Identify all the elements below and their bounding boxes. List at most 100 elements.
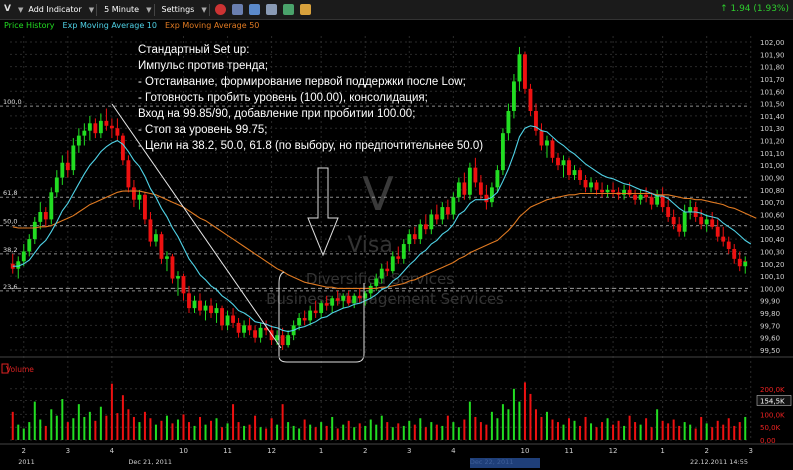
- volume-bar[interactable]: [408, 420, 411, 440]
- candle[interactable]: [434, 214, 439, 220]
- candle[interactable]: [462, 182, 467, 195]
- candle[interactable]: [120, 135, 125, 161]
- candle[interactable]: [330, 298, 335, 306]
- candle[interactable]: [605, 189, 610, 193]
- candle[interactable]: [236, 322, 241, 333]
- volume-bar[interactable]: [556, 422, 559, 440]
- candle[interactable]: [589, 182, 593, 188]
- volume-bar[interactable]: [623, 425, 626, 440]
- volume-bar[interactable]: [562, 424, 565, 440]
- volume-bar[interactable]: [435, 424, 438, 440]
- candle[interactable]: [280, 335, 285, 346]
- candle[interactable]: [203, 305, 208, 311]
- volume-bar[interactable]: [336, 428, 339, 440]
- candle[interactable]: [308, 310, 313, 321]
- volume-bar[interactable]: [612, 424, 615, 440]
- volume-bar[interactable]: [441, 425, 444, 440]
- volume-bar[interactable]: [628, 415, 631, 440]
- volume-bar[interactable]: [452, 422, 455, 440]
- candle[interactable]: [32, 221, 37, 240]
- volume-bar[interactable]: [33, 401, 36, 440]
- candle[interactable]: [550, 140, 555, 158]
- candle[interactable]: [456, 182, 461, 198]
- volume-bar[interactable]: [424, 427, 427, 440]
- volume-bar[interactable]: [17, 424, 20, 440]
- volume-bar[interactable]: [727, 418, 730, 440]
- volume-bar[interactable]: [507, 409, 510, 440]
- volume-bar[interactable]: [309, 424, 312, 440]
- volume-bar[interactable]: [342, 424, 345, 440]
- volume-bar[interactable]: [243, 425, 246, 440]
- candle[interactable]: [165, 256, 169, 259]
- stock-chart[interactable]: V Visa Diversified Services Business Man…: [0, 0, 793, 470]
- candle[interactable]: [286, 335, 291, 346]
- candle[interactable]: [93, 123, 98, 134]
- volume-bar[interactable]: [303, 419, 306, 440]
- candle[interactable]: [231, 315, 235, 323]
- volume-bar[interactable]: [419, 418, 422, 440]
- volume-bar[interactable]: [650, 427, 653, 440]
- volume-bar[interactable]: [358, 423, 361, 440]
- candle[interactable]: [567, 160, 571, 176]
- volume-bar[interactable]: [512, 388, 515, 440]
- volume-bar[interactable]: [523, 382, 526, 440]
- candle[interactable]: [440, 207, 445, 220]
- volume-bar[interactable]: [661, 420, 664, 440]
- candle[interactable]: [583, 179, 588, 188]
- volume-bar[interactable]: [94, 420, 97, 440]
- candle[interactable]: [407, 234, 412, 245]
- volume-bar[interactable]: [353, 427, 356, 440]
- candle[interactable]: [396, 256, 401, 259]
- candle[interactable]: [27, 239, 32, 252]
- down-arrow-drawing[interactable]: [307, 167, 339, 257]
- candle[interactable]: [715, 226, 720, 237]
- volume-bar[interactable]: [711, 427, 714, 440]
- candle[interactable]: [688, 207, 693, 213]
- volume-bar[interactable]: [276, 424, 279, 440]
- volume-bar[interactable]: [232, 404, 235, 440]
- volume-bar[interactable]: [193, 425, 196, 440]
- volume-bar[interactable]: [28, 422, 31, 440]
- volume-bar[interactable]: [584, 416, 587, 440]
- candle[interactable]: [87, 123, 92, 131]
- volume-bar[interactable]: [529, 393, 532, 440]
- volume-bar[interactable]: [226, 423, 229, 440]
- volume-bar[interactable]: [320, 422, 323, 440]
- volume-bar[interactable]: [485, 424, 488, 440]
- candle[interactable]: [214, 308, 219, 314]
- candle[interactable]: [368, 285, 373, 294]
- candle[interactable]: [209, 305, 213, 314]
- candle[interactable]: [98, 120, 103, 134]
- candle[interactable]: [297, 317, 302, 326]
- candle[interactable]: [379, 268, 384, 279]
- candle[interactable]: [423, 224, 428, 230]
- volume-bar[interactable]: [446, 415, 449, 440]
- volume-bar[interactable]: [221, 427, 224, 440]
- volume-bar[interactable]: [248, 424, 251, 440]
- volume-bar[interactable]: [22, 428, 25, 440]
- candle[interactable]: [412, 234, 417, 240]
- volume-bar[interactable]: [39, 419, 42, 440]
- volume-bar[interactable]: [375, 424, 378, 440]
- volume-bar[interactable]: [143, 411, 146, 440]
- candle[interactable]: [666, 207, 671, 217]
- volume-bar[interactable]: [121, 395, 124, 440]
- candle[interactable]: [148, 219, 153, 242]
- candle[interactable]: [385, 268, 390, 272]
- candle[interactable]: [743, 261, 748, 267]
- candle[interactable]: [644, 194, 649, 198]
- volume-bar[interactable]: [66, 422, 69, 440]
- volume-bar[interactable]: [210, 420, 213, 440]
- candle[interactable]: [539, 130, 544, 146]
- volume-bar[interactable]: [132, 416, 135, 440]
- candle[interactable]: [473, 167, 478, 183]
- candle[interactable]: [346, 295, 351, 304]
- candle[interactable]: [556, 157, 560, 166]
- volume-bar[interactable]: [187, 422, 190, 440]
- candle[interactable]: [561, 160, 566, 166]
- candle[interactable]: [76, 135, 81, 146]
- volume-bar[interactable]: [595, 427, 598, 440]
- volume-bar[interactable]: [55, 415, 58, 440]
- volume-bar[interactable]: [72, 418, 75, 440]
- candle[interactable]: [115, 128, 120, 136]
